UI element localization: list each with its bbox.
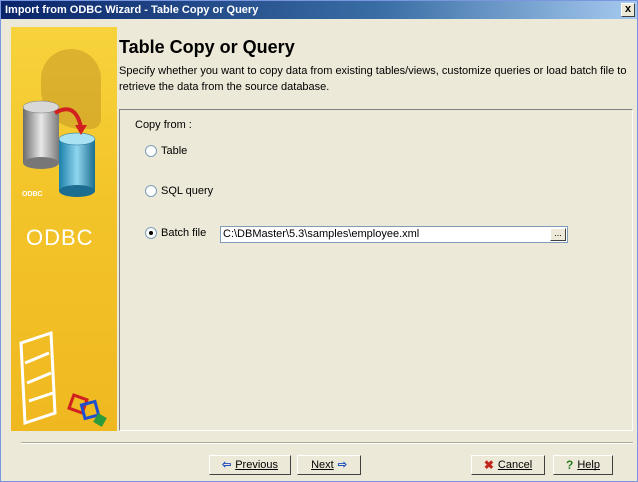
help-label: Help [577, 459, 600, 471]
window-title: Import from ODBC Wizard - Table Copy or … [5, 4, 259, 16]
odbc-small-label: ODBC [22, 191, 43, 198]
previous-label: Previous [235, 459, 278, 471]
radio-button[interactable] [145, 185, 157, 197]
footer-divider [21, 442, 633, 444]
page-title: Table Copy or Query [119, 37, 295, 57]
batch-file-path-field[interactable]: C:\DBMaster\5.3\samples\employee.xml ... [220, 226, 568, 243]
odbc-logo-text: ODBC [26, 225, 94, 250]
help-button[interactable]: ? Help [553, 455, 613, 475]
radio-sql-query-label: SQL query [161, 185, 214, 197]
cancel-x-icon: ✖ [483, 458, 494, 472]
arrow-right-icon: ⇨ [337, 459, 347, 471]
browse-button[interactable]: ... [550, 228, 566, 241]
cancel-button[interactable]: ✖ Cancel [471, 455, 545, 475]
cancel-label: Cancel [497, 459, 533, 471]
previous-button[interactable]: ⇦ Previous [209, 455, 291, 475]
arrow-left-icon: ⇦ [221, 459, 232, 471]
options-panel [119, 109, 633, 431]
help-question-icon: ? [566, 458, 574, 472]
browse-label: ... [554, 228, 562, 238]
next-button[interactable]: Next ⇨ [297, 455, 361, 475]
next-label: Next [311, 459, 334, 471]
radio-sql-query[interactable]: SQL query [145, 185, 213, 197]
radio-button[interactable] [145, 145, 157, 157]
puzzle-cup-icon [19, 330, 107, 427]
radio-batch-file[interactable]: Batch file [145, 227, 206, 239]
wizard-window: Import from ODBC Wizard - Table Copy or … [0, 0, 638, 482]
copy-from-label: Copy from : [135, 119, 192, 131]
batch-file-path-value: C:\DBMaster\5.3\samples\employee.xml [223, 228, 420, 240]
page-description: Specify whether you want to copy data fr… [119, 65, 627, 93]
side-illustration: ODBC ODBC [11, 27, 117, 431]
radio-table-label: Table [161, 145, 188, 157]
close-button[interactable]: x [621, 3, 635, 17]
title-bar: Import from ODBC Wizard - Table Copy or … [1, 1, 637, 19]
close-icon: x [624, 3, 632, 15]
radio-table[interactable]: Table [145, 145, 187, 157]
radio-batch-file-label: Batch file [161, 227, 207, 239]
radio-button-selected[interactable] [145, 227, 157, 239]
